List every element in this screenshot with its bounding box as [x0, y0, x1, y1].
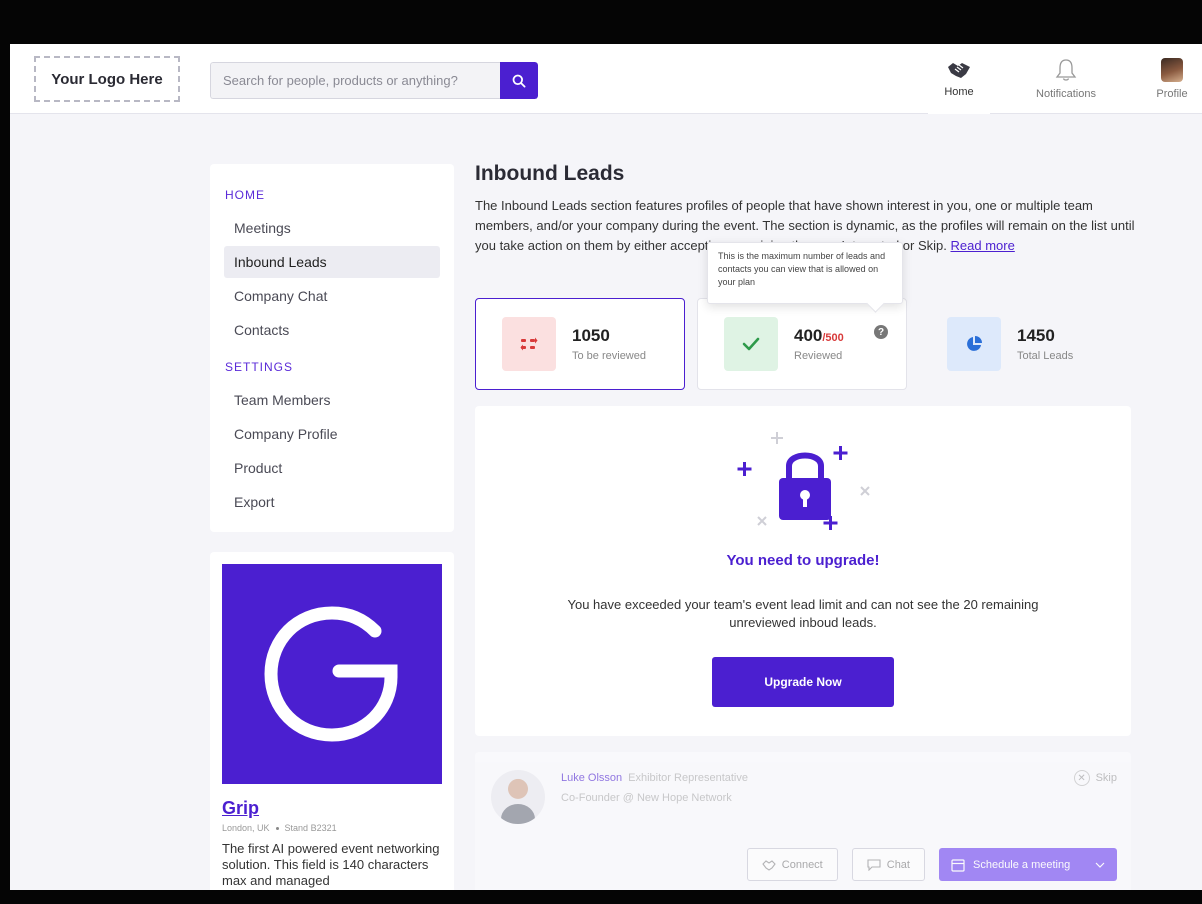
stat-value: 400/500	[794, 326, 844, 346]
upgrade-title: You need to upgrade!	[726, 552, 880, 569]
pie-chart-icon	[967, 336, 982, 351]
sidebar-section-settings: SETTINGS	[225, 360, 294, 374]
main-content: Inbound Leads The Inbound Leads section …	[475, 162, 1135, 890]
stat-value: 1050	[572, 326, 610, 345]
sidebar-item-meetings[interactable]: Meetings	[224, 212, 440, 244]
handshake-icon	[762, 859, 776, 871]
stat-total-leads[interactable]: 1450 Total Leads	[921, 298, 1131, 390]
stat-reviewed-value: 400	[794, 326, 823, 345]
sidebar-item-company-profile[interactable]: Company Profile	[224, 418, 440, 450]
nav-notifications-label: Notifications	[1036, 88, 1096, 100]
search-input[interactable]	[210, 62, 500, 99]
company-location: London, UK	[222, 823, 270, 833]
nav-home-label: Home	[944, 86, 974, 98]
stat-text: 1450 Total Leads	[1017, 326, 1073, 362]
stat-icon-box	[502, 317, 556, 371]
stat-icon-box	[947, 317, 1001, 371]
stats-row: 1050 To be reviewed 400/500 Reviewed ? 1…	[475, 298, 1135, 390]
lead-avatar	[491, 770, 545, 824]
calendar-icon	[951, 858, 965, 872]
stat-label: To be reviewed	[572, 350, 646, 362]
search-bar	[210, 62, 538, 99]
nav-profile-label: Profile	[1156, 88, 1188, 100]
lead-name[interactable]: Luke Olsson	[561, 772, 622, 784]
avatar	[1161, 58, 1183, 82]
chat-label: Chat	[886, 858, 910, 871]
chat-button[interactable]: Chat	[851, 848, 925, 881]
chevron-down-icon	[1095, 862, 1105, 868]
stat-to-be-reviewed[interactable]: 1050 To be reviewed	[475, 298, 685, 390]
lead-card: Luke Olsson Exhibitor Representative Co-F…	[475, 752, 1131, 890]
lead-name-line: Luke Olsson Exhibitor Representative	[561, 772, 748, 784]
sidebar-item-export[interactable]: Export	[224, 486, 440, 518]
stat-text: 1050 To be reviewed	[572, 326, 646, 362]
schedule-label: Schedule a meeting	[973, 858, 1071, 871]
connect-button[interactable]: Connect	[746, 848, 838, 881]
bell-icon	[1055, 59, 1077, 81]
logo-placeholder[interactable]: Your Logo Here	[34, 56, 180, 102]
company-stand: Stand B2321	[284, 823, 337, 833]
nav-notifications[interactable]: Notifications	[1018, 44, 1114, 114]
nav-home[interactable]: Home	[928, 44, 990, 114]
g-logo-icon	[264, 606, 398, 742]
company-meta: London, UK Stand B2321	[222, 823, 442, 833]
connect-label: Connect	[781, 858, 823, 871]
top-bar: Your Logo Here Home Notifications	[10, 44, 1202, 114]
stat-icon-box	[724, 317, 778, 371]
nav-profile[interactable]: Profile	[1142, 44, 1202, 114]
stat-value: 1450	[1017, 326, 1055, 345]
skip-label: Skip	[1095, 772, 1117, 784]
search-button[interactable]	[500, 62, 538, 99]
skip-button[interactable]: ✕ Skip	[1073, 770, 1117, 786]
upgrade-message: You have exceeded your team's event lead…	[567, 597, 1039, 630]
separator-dot	[275, 826, 279, 830]
close-icon: ✕	[1073, 770, 1090, 786]
lead-role: Exhibitor Representative	[628, 772, 748, 784]
check-icon	[742, 337, 760, 351]
sidebar-item-product[interactable]: Product	[224, 452, 440, 484]
page-title: Inbound Leads	[475, 162, 625, 185]
lead-subtitle: Co-Founder @ New Hope Network	[561, 792, 732, 804]
company-description: The first AI powered event networking so…	[222, 841, 440, 888]
read-more-link[interactable]: Read more	[951, 238, 1015, 253]
shuffle-icon	[520, 337, 538, 351]
sidebar-item-company-chat[interactable]: Company Chat	[224, 280, 440, 312]
device-frame: Your Logo Here Home Notifications	[0, 0, 1202, 904]
company-card: Grip London, UK Stand B2321 The first AI…	[210, 552, 454, 890]
stat-label: Total Leads	[1017, 350, 1074, 362]
company-name-link[interactable]: Grip	[222, 798, 442, 819]
handshake-icon	[948, 63, 970, 78]
search-icon	[512, 74, 526, 88]
app-screen: Your Logo Here Home Notifications	[10, 44, 1202, 890]
company-logo	[222, 564, 442, 784]
lead-actions: Connect Chat Schedule a meeting	[746, 848, 1117, 881]
schedule-meeting-button[interactable]: Schedule a meeting	[939, 848, 1117, 881]
stat-reviewed-limit: /500	[822, 332, 844, 344]
stat-text: 400/500 Reviewed	[794, 326, 844, 362]
stat-label: Reviewed	[794, 350, 843, 362]
lock-illustration-icon	[737, 432, 870, 530]
upgrade-now-button[interactable]: Upgrade Now	[712, 657, 894, 707]
plan-limit-tooltip: This is the maximum number of leads and …	[707, 242, 903, 304]
upgrade-panel: You need to upgrade! You have exceeded y…	[475, 406, 1131, 736]
sidebar: HOME Meetings Inbound Leads Company Chat…	[210, 164, 454, 532]
help-icon[interactable]: ?	[874, 325, 888, 339]
chat-icon	[867, 858, 881, 871]
sidebar-item-contacts[interactable]: Contacts	[224, 314, 440, 346]
sidebar-item-inbound-leads[interactable]: Inbound Leads	[224, 246, 440, 278]
sidebar-section-home: HOME	[225, 188, 265, 202]
sidebar-item-team-members[interactable]: Team Members	[224, 384, 440, 416]
